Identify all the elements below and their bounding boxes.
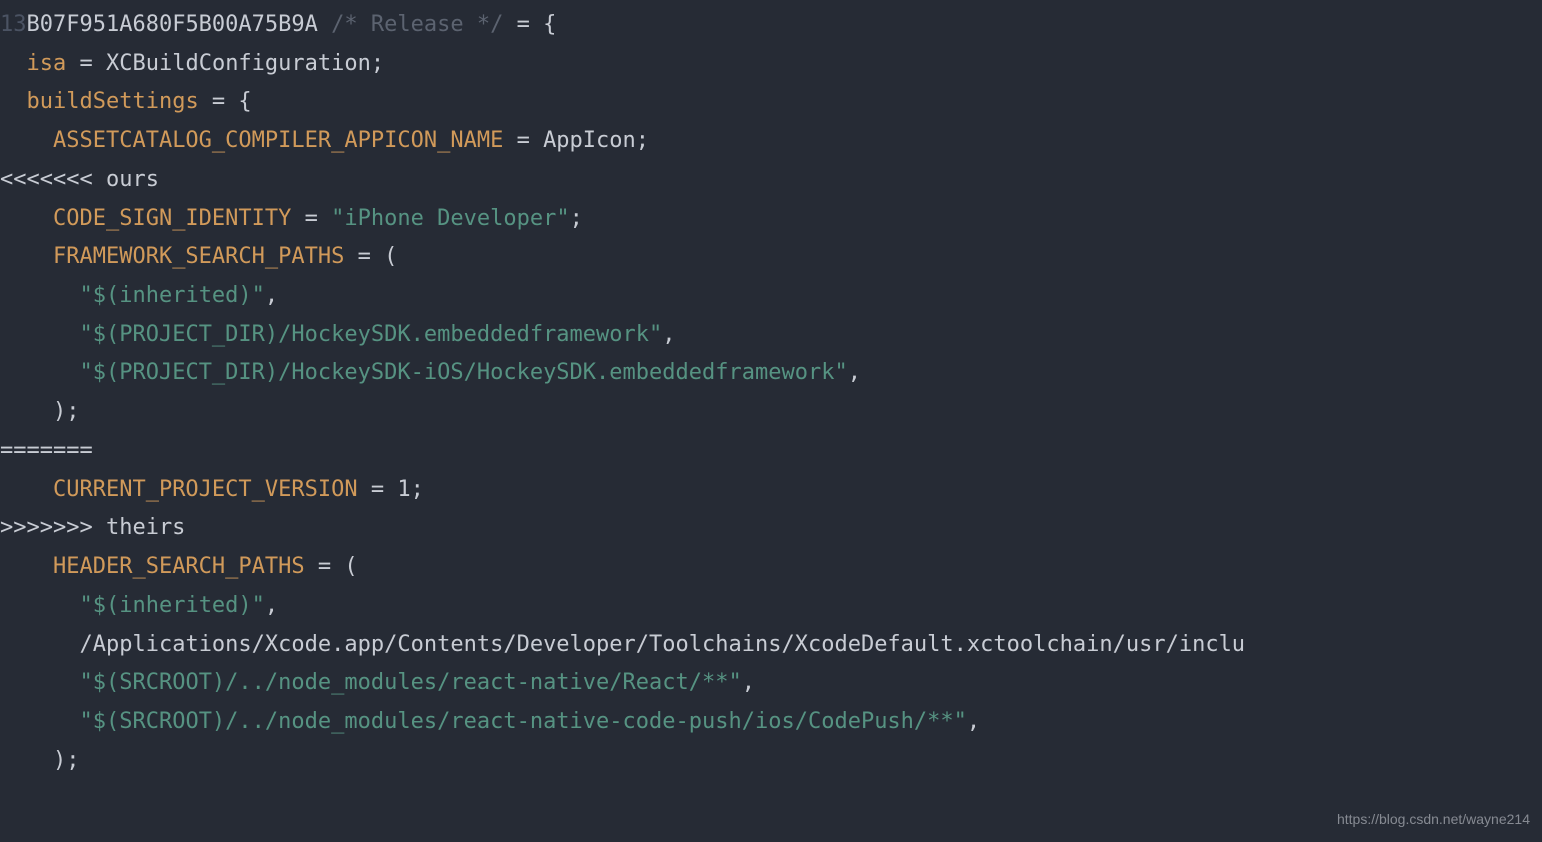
isa-key: isa [27,51,67,76]
header-search-key: HEADER_SEARCH_PATHS [53,554,305,579]
conflict-marker-sep: ======= [0,438,93,463]
hex-identifier: B07F951A680F5B00A75B9A [27,12,318,37]
conflict-marker-ours: <<<<<<< ours [0,167,159,192]
code-sign-key: CODE_SIGN_IDENTITY [53,206,291,231]
build-settings-key: buildSettings [27,89,199,114]
current-project-version-key: CURRENT_PROJECT_VERSION [53,477,358,502]
watermark: https://blog.csdn.net/wayne214 [1337,807,1530,832]
asset-catalog-key: ASSETCATALOG_COMPILER_APPICON_NAME [53,128,503,153]
code-block: 13B07F951A680F5B00A75B9A /* Release */ =… [0,0,1542,780]
comment: /* Release */ [331,12,503,37]
line-number: 13 [0,12,27,37]
xcode-path: /Applications/Xcode.app/Contents/Develop… [79,632,1245,657]
framework-search-key: FRAMEWORK_SEARCH_PATHS [53,244,344,269]
conflict-marker-theirs: >>>>>>> theirs [0,515,185,540]
